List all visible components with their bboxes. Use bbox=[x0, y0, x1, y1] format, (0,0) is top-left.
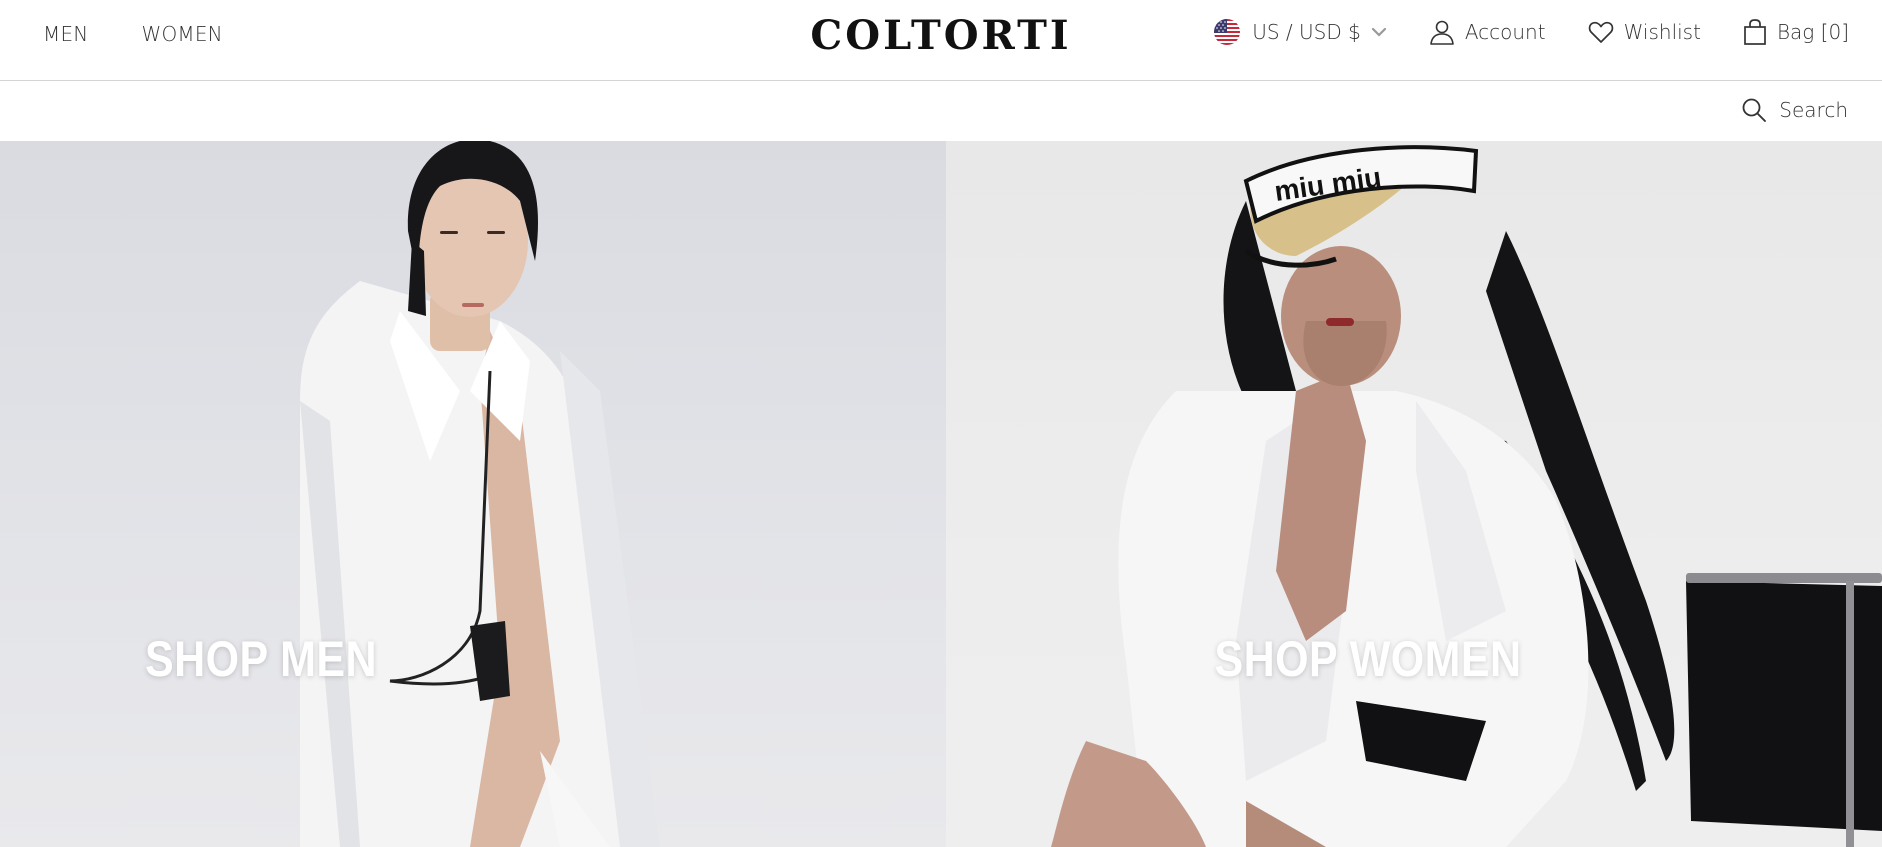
shopping-bag-icon bbox=[1743, 19, 1767, 45]
user-icon bbox=[1429, 19, 1455, 45]
chevron-down-icon bbox=[1371, 27, 1387, 37]
utility-nav: US / USD $ Account Wishlist Bag [0] bbox=[1214, 19, 1849, 45]
top-header: MEN WOMEN COLTORTI US / USD $ Account Wi… bbox=[0, 0, 1882, 81]
locale-selector[interactable]: US / USD $ bbox=[1214, 19, 1387, 45]
account-link[interactable]: Account bbox=[1429, 19, 1546, 45]
search-button[interactable]: Search bbox=[1741, 97, 1848, 123]
wishlist-link[interactable]: Wishlist bbox=[1588, 20, 1701, 44]
search-bar: Search bbox=[0, 81, 1882, 141]
heart-icon bbox=[1588, 20, 1614, 44]
shop-women-banner[interactable]: miu miu SHOP WOMEN bbox=[946, 141, 1882, 847]
locale-label: US / USD $ bbox=[1252, 20, 1361, 44]
shop-women-label[interactable]: SHOP WOMEN bbox=[966, 630, 1771, 688]
search-label: Search bbox=[1779, 98, 1848, 122]
shop-men-label[interactable]: SHOP MEN bbox=[0, 630, 668, 688]
account-label: Account bbox=[1464, 20, 1546, 44]
wishlist-label: Wishlist bbox=[1623, 20, 1701, 44]
men-model-image bbox=[300, 141, 660, 847]
search-icon bbox=[1741, 97, 1767, 123]
women-model-image: miu miu bbox=[1051, 145, 1882, 847]
us-flag-icon bbox=[1214, 19, 1241, 45]
bag-label: Bag [0] bbox=[1776, 20, 1849, 44]
bag-link[interactable]: Bag [0] bbox=[1743, 19, 1849, 45]
shop-men-banner[interactable]: SHOP MEN bbox=[0, 141, 946, 847]
